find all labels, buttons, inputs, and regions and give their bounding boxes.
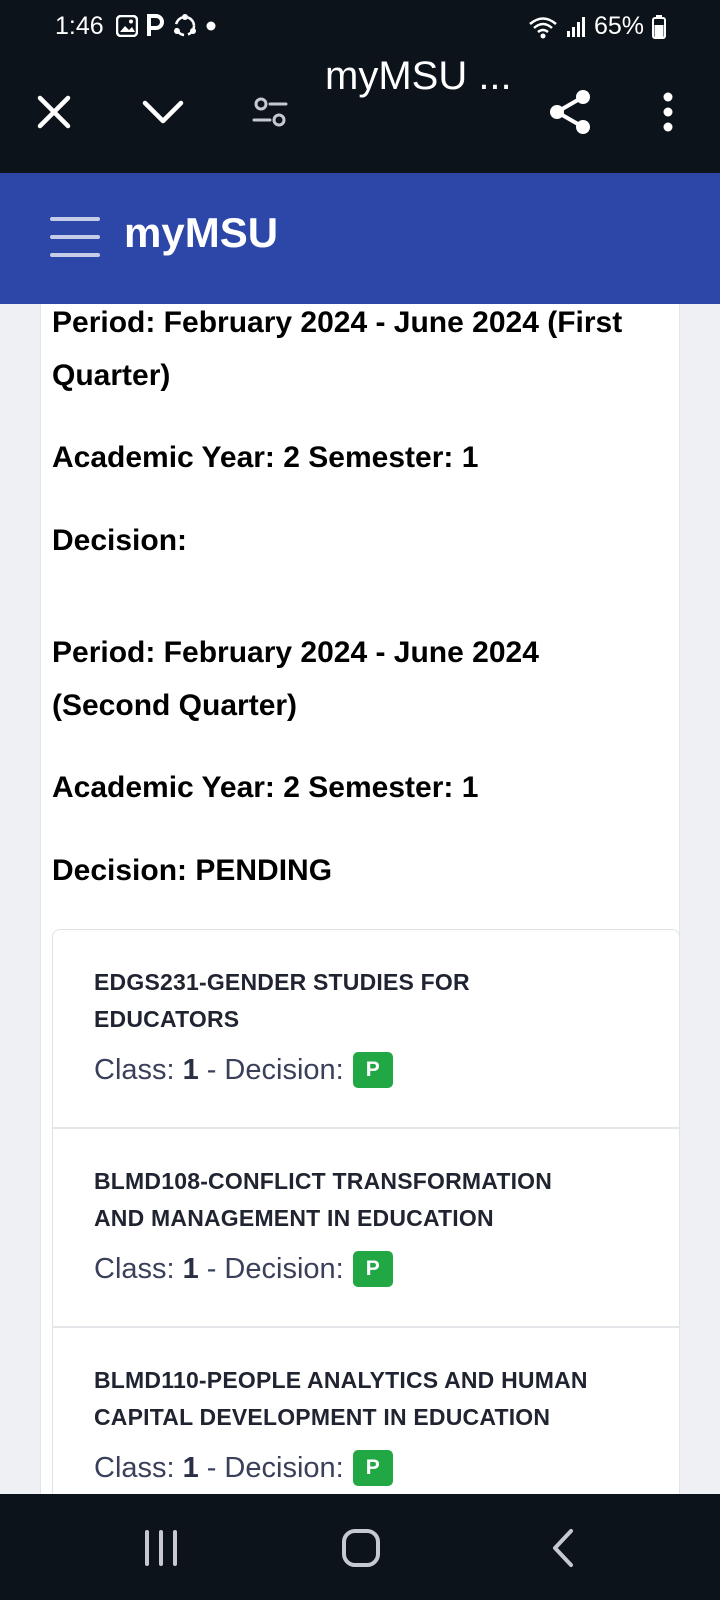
- sync-icon: [172, 13, 198, 39]
- period-label-cont: Quarter): [52, 359, 171, 392]
- course-item[interactable]: BLMD108-CONFLICT TRANSFORMATION AND MANA…: [53, 1129, 679, 1328]
- status-bar: 1:46 65%: [0, 0, 720, 54]
- period-label: Period: February 2024 - June 2024 (First: [52, 306, 623, 339]
- class-value: 1: [182, 1252, 199, 1285]
- decision-label: Decision: PENDING: [52, 854, 333, 887]
- course-meta: Class: 1 - Decision: P: [94, 1251, 393, 1287]
- app-title: myMSU: [124, 209, 279, 256]
- decision-label: - Decision:: [206, 1451, 344, 1484]
- decision-badge: P: [352, 1052, 393, 1088]
- browser-toolbar: myMSU ...: [0, 54, 720, 173]
- signal-icon: [566, 16, 586, 38]
- course-list: EDGS231-GENDER STUDIES FOR EDUCATORS Cla…: [52, 929, 679, 1494]
- dot-icon: [206, 21, 216, 31]
- home-icon[interactable]: [331, 1520, 391, 1576]
- battery-percent: 65%: [593, 12, 644, 40]
- status-icons-left: [116, 13, 216, 39]
- course-item[interactable]: BLMD110-PEOPLE ANALYTICS AND HUMAN CAPIT…: [53, 1328, 679, 1494]
- main-content: Period: February 2024 - June 2024 (First…: [40, 304, 680, 1494]
- back-icon[interactable]: [534, 1520, 594, 1576]
- wifi-icon: [528, 15, 558, 39]
- menu-icon[interactable]: [50, 217, 100, 257]
- class-value: 1: [182, 1053, 199, 1086]
- parking-icon: [146, 14, 164, 38]
- academic-year-semester: Academic Year: 2 Semester: 1: [52, 771, 479, 804]
- recent-apps-icon[interactable]: [131, 1520, 191, 1576]
- status-time: 1:46: [55, 12, 104, 40]
- battery-icon: [652, 14, 666, 39]
- class-label: Class:: [94, 1053, 175, 1086]
- decision-label: - Decision:: [206, 1252, 344, 1285]
- system-nav-bar: [0, 1494, 720, 1600]
- period-label: Period: February 2024 - June 2024: [52, 636, 539, 669]
- class-label: Class:: [94, 1451, 175, 1484]
- settings-sliders-icon[interactable]: [240, 82, 300, 142]
- course-title: BLMD110-PEOPLE ANALYTICS AND HUMAN CAPIT…: [94, 1367, 588, 1430]
- academic-year-semester: Academic Year: 2 Semester: 1: [52, 441, 479, 474]
- decision-badge: P: [352, 1450, 393, 1486]
- chevron-down-icon[interactable]: [133, 82, 193, 142]
- course-meta: Class: 1 - Decision: P: [94, 1052, 393, 1088]
- gallery-icon: [116, 15, 138, 37]
- decision-badge: P: [352, 1251, 393, 1287]
- course-title: EDGS231-GENDER STUDIES FOR EDUCATORS: [94, 969, 470, 1032]
- decision-label: Decision:: [52, 524, 188, 557]
- close-icon[interactable]: [24, 82, 84, 142]
- period-label-cont: (Second Quarter): [52, 689, 298, 722]
- more-vertical-icon[interactable]: [638, 82, 698, 142]
- status-icons-right: 65%: [528, 12, 666, 41]
- class-label: Class:: [94, 1252, 175, 1285]
- class-value: 1: [182, 1451, 199, 1484]
- decision-label: - Decision:: [206, 1053, 344, 1086]
- share-icon[interactable]: [540, 82, 600, 142]
- course-item[interactable]: EDGS231-GENDER STUDIES FOR EDUCATORS Cla…: [53, 930, 679, 1129]
- browser-title: myMSU ...: [325, 54, 512, 98]
- course-title: BLMD108-CONFLICT TRANSFORMATION AND MANA…: [94, 1168, 553, 1231]
- course-meta: Class: 1 - Decision: P: [94, 1450, 393, 1486]
- app-header: myMSU: [0, 173, 720, 304]
